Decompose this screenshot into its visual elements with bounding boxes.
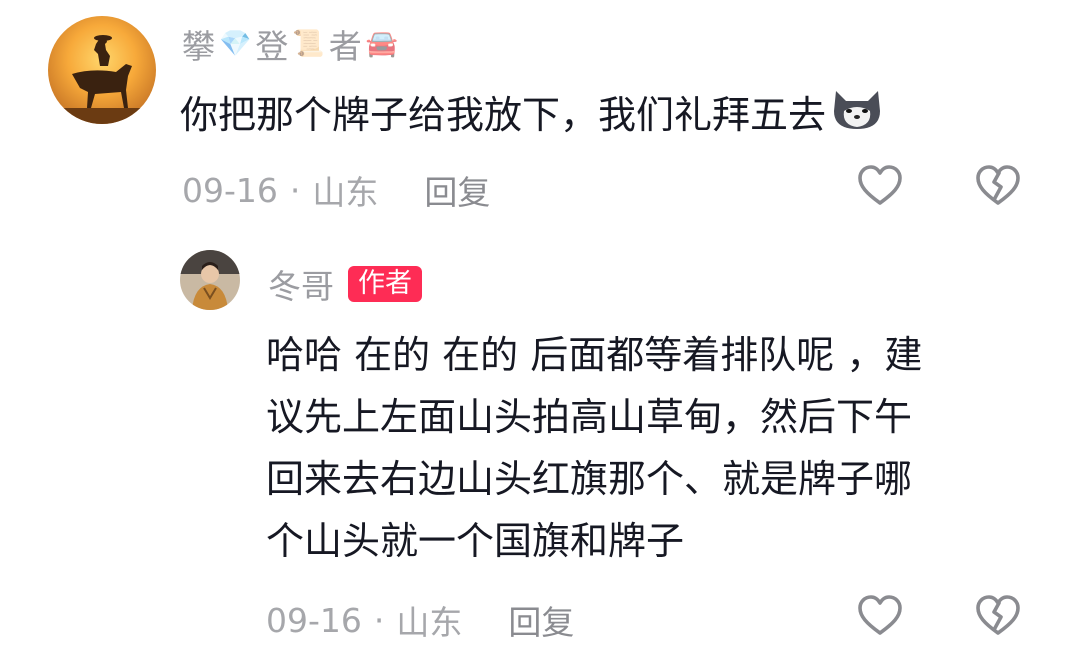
comment-text: 你把那个牌子给我放下，我们礼拜五去	[180, 84, 884, 149]
heart-icon	[858, 595, 902, 635]
reply-text-line: 个山头就一个国旗和牌子	[266, 519, 685, 563]
heart-icon	[858, 165, 902, 205]
broken-heart-icon	[976, 595, 1020, 635]
dislike-button[interactable]	[974, 592, 1022, 640]
username-part: 攀	[182, 27, 215, 66]
reply-username[interactable]: 冬哥	[268, 260, 334, 308]
dislike-button[interactable]	[974, 162, 1022, 210]
reply-date: 09-16	[266, 600, 362, 640]
comment-date: 09-16	[182, 170, 278, 210]
horse-rider-avatar	[48, 16, 156, 124]
car-emoji-icon: 🚘	[365, 29, 399, 59]
meta-separator: ·	[373, 600, 385, 640]
username-part: 登	[255, 27, 289, 66]
avatar[interactable]	[48, 16, 156, 124]
comment-item: 攀 💎 登 📜 者 🚘 你把那个牌子给我放下，我们礼拜五去 09-16 · 山东…	[0, 0, 1080, 230]
comment-meta: 09-16 · 山东 回复	[182, 166, 490, 214]
like-button[interactable]	[856, 592, 904, 640]
reply-button[interactable]: 回复	[508, 596, 574, 644]
diamond-emoji-icon: 💎	[219, 29, 252, 59]
like-button[interactable]	[856, 162, 904, 210]
scroll-emoji-icon: 📜	[292, 29, 325, 59]
husky-emoji-icon	[830, 87, 884, 149]
reply-text: 哈哈 在的 在的 后面都等着排队呢 ，建 议先上左面山头拍高山草甸，然后下午 回…	[266, 324, 1046, 572]
meta-separator: ·	[289, 170, 301, 210]
author-badge: 作者	[348, 266, 422, 302]
reply-meta: 09-16 · 山东 回复	[266, 596, 574, 644]
reply-text-line: 哈哈 在的 在的 后面都等着排队呢 ，建	[266, 333, 923, 377]
reply-location: 山东	[396, 603, 463, 642]
username[interactable]: 攀 💎 登 📜 者 🚘	[182, 20, 402, 68]
user-avatar-image	[180, 250, 240, 310]
user-avatar[interactable]	[180, 250, 240, 310]
reply-text-line: 回来去右边山头红旗那个、就是牌子哪	[266, 457, 913, 501]
reply-item: 冬哥 作者 哈哈 在的 在的 后面都等着排队呢 ，建 议先上左面山头拍高山草甸，…	[0, 240, 1080, 667]
comment-text-content: 你把那个牌子给我放下，我们礼拜五去	[180, 93, 827, 137]
reply-button[interactable]: 回复	[424, 166, 490, 214]
reply-text-line: 议先上左面山头拍高山草甸，然后下午	[266, 395, 913, 439]
reply-username-row: 冬哥 作者	[268, 260, 422, 308]
broken-heart-icon	[976, 165, 1020, 205]
comment-location: 山东	[312, 173, 379, 212]
username-part: 者	[328, 27, 362, 66]
